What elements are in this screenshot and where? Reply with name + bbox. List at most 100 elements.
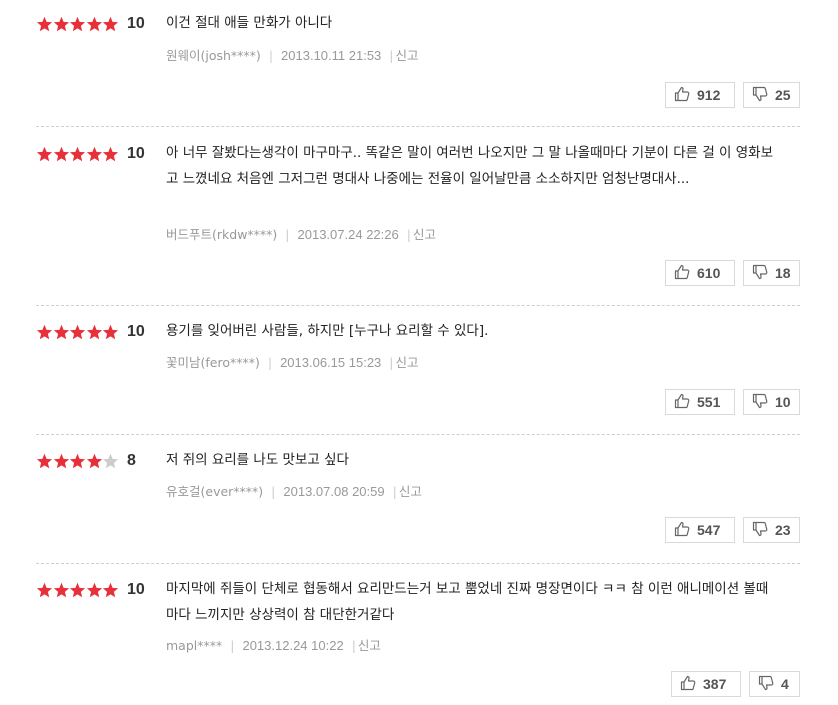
thumbs-up-icon <box>674 521 697 540</box>
dislike-count: 25 <box>775 87 791 103</box>
star-filled-icon <box>102 16 119 31</box>
dislike-button[interactable]: 23 <box>743 517 800 543</box>
star-filled-icon <box>102 146 119 161</box>
review-score: 8 <box>127 452 136 469</box>
meta-separator: | <box>389 355 394 370</box>
star-filled-icon <box>86 582 102 597</box>
star-filled-icon <box>69 324 86 339</box>
thumbs-up-icon <box>674 264 697 283</box>
review-meta: 원웨이(josh****) | 2013.10.11 21:53 | 신고 <box>166 48 419 64</box>
divider <box>36 305 800 306</box>
star-filled-icon <box>53 324 69 339</box>
star-filled-icon <box>53 146 69 161</box>
review-author[interactable]: 원웨이(josh****) <box>166 48 261 63</box>
meta-separator: | <box>351 638 356 653</box>
review-author[interactable]: 버드푸트(rkdw****) <box>166 227 277 242</box>
dislike-count: 4 <box>781 676 789 692</box>
like-count: 387 <box>703 676 727 692</box>
dislike-count: 23 <box>775 522 791 538</box>
star-filled-icon <box>69 146 86 161</box>
star-filled-icon <box>86 324 102 339</box>
thumbs-down-icon <box>752 86 775 105</box>
star-rating <box>36 14 119 34</box>
thumbs-up-icon <box>674 86 697 105</box>
like-button[interactable]: 610 <box>665 260 735 286</box>
star-filled-icon <box>36 16 53 31</box>
like-button[interactable]: 547 <box>665 517 735 543</box>
star-rating <box>36 322 119 342</box>
review-date: 2013.07.24 22:26 <box>297 227 399 242</box>
star-filled-icon <box>36 146 53 161</box>
like-count: 547 <box>697 522 721 538</box>
like-count: 912 <box>697 87 721 103</box>
star-filled-icon <box>102 324 119 339</box>
thumbs-up-icon <box>680 675 703 694</box>
dislike-button[interactable]: 18 <box>743 260 800 286</box>
like-button[interactable]: 912 <box>665 82 735 108</box>
divider <box>36 126 800 127</box>
review-meta: mapl**** | 2013.12.24 10:22 | 신고 <box>166 638 381 654</box>
report-link[interactable]: 신고 <box>396 355 419 370</box>
report-link[interactable]: 신고 <box>358 638 381 653</box>
star-filled-icon <box>53 453 69 468</box>
thumbs-down-icon <box>752 264 775 283</box>
review-meta: 꽃미남(fero****) | 2013.06.15 15:23 | 신고 <box>166 355 419 371</box>
meta-separator: | <box>406 227 411 242</box>
review-date: 2013.12.24 10:22 <box>242 638 344 653</box>
review-author[interactable]: mapl**** <box>166 638 222 653</box>
star-filled-icon <box>53 16 69 31</box>
review-score: 10 <box>127 323 145 340</box>
star-filled-icon <box>102 582 119 597</box>
report-link[interactable]: 신고 <box>413 227 436 242</box>
like-button[interactable]: 387 <box>671 671 741 697</box>
review-text: 용기를 잊어버린 사람들, 하지만 [누구나 요리할 수 있다]. <box>166 323 489 339</box>
dislike-button[interactable]: 4 <box>749 671 800 697</box>
star-filled-icon <box>36 324 53 339</box>
divider <box>36 563 800 564</box>
star-filled-icon <box>69 582 86 597</box>
report-link[interactable]: 신고 <box>399 484 422 499</box>
like-button[interactable]: 551 <box>665 389 735 415</box>
dislike-count: 18 <box>775 265 791 281</box>
dislike-button[interactable]: 25 <box>743 82 800 108</box>
thumbs-down-icon <box>752 521 775 540</box>
review-text: 아 너무 잘봤다는생각이 마구마구.. 똑같은 말이 여러번 나오지만 그 말 … <box>166 145 774 187</box>
star-empty-icon <box>102 453 119 468</box>
dislike-count: 10 <box>775 394 791 410</box>
meta-separator: | <box>285 227 290 242</box>
meta-separator: | <box>267 355 273 370</box>
review-score: 10 <box>127 581 145 598</box>
star-filled-icon <box>69 453 86 468</box>
review-date: 2013.10.11 21:53 <box>281 48 382 63</box>
vote-buttons: 551 10 <box>665 389 800 415</box>
vote-buttons: 387 4 <box>671 671 800 697</box>
review-author[interactable]: 꽃미남(fero****) <box>166 355 260 370</box>
star-filled-icon <box>36 453 53 468</box>
review-score: 10 <box>127 145 145 162</box>
dislike-button[interactable]: 10 <box>743 389 800 415</box>
vote-buttons: 912 25 <box>665 82 800 108</box>
star-filled-icon <box>86 453 102 468</box>
star-filled-icon <box>86 146 102 161</box>
review-meta: 버드푸트(rkdw****) | 2013.07.24 22:26 | 신고 <box>166 227 436 243</box>
review-date: 2013.07.08 20:59 <box>283 484 385 499</box>
thumbs-down-icon <box>758 675 781 694</box>
vote-buttons: 610 18 <box>665 260 800 286</box>
thumbs-up-icon <box>674 393 697 412</box>
review-text: 마지막에 쥐들이 단체로 협동해서 요리만드는거 보고 뿜었네 진짜 명장면이다… <box>166 581 769 623</box>
meta-separator: | <box>392 484 397 499</box>
report-link[interactable]: 신고 <box>396 48 419 63</box>
divider <box>36 434 800 435</box>
meta-separator: | <box>271 484 276 499</box>
meta-separator: | <box>389 48 394 63</box>
star-rating <box>36 144 119 164</box>
vote-buttons: 547 23 <box>665 517 800 543</box>
review-author[interactable]: 유호걸(ever****) <box>166 484 263 499</box>
like-count: 551 <box>697 394 721 410</box>
review-text: 이건 절대 애들 만화가 아니다 <box>166 15 333 31</box>
review-meta: 유호걸(ever****) | 2013.07.08 20:59 | 신고 <box>166 484 422 500</box>
star-filled-icon <box>36 582 53 597</box>
meta-separator: | <box>230 638 235 653</box>
review-text: 저 쥐의 요리를 나도 맛보고 싶다 <box>166 452 349 468</box>
star-filled-icon <box>86 16 102 31</box>
